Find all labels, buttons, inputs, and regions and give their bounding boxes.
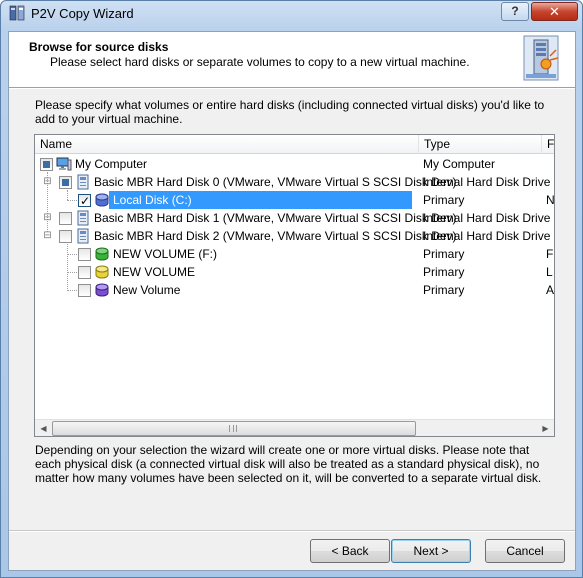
- tree-row-new-volume-2[interactable]: New Volume Primary A: [35, 281, 554, 299]
- wizard-header: Browse for source disks Please select ha…: [9, 32, 575, 88]
- row-name: Basic MBR Hard Disk 0 (VMware, VMware Vi…: [94, 175, 457, 189]
- header-separator: [9, 88, 575, 90]
- row-name: NEW VOLUME (F:): [113, 247, 217, 261]
- page-subtitle: Please select hard disks or separate vol…: [50, 55, 470, 69]
- row-type: Internal Hard Disk Drive: [423, 211, 551, 225]
- scroll-left-arrow-icon[interactable]: ◀: [35, 420, 52, 437]
- volume-icon: [95, 247, 109, 261]
- checkbox[interactable]: [78, 266, 91, 279]
- collapse-icon[interactable]: ⊟: [43, 227, 52, 245]
- window-title: P2V Copy Wizard: [31, 6, 134, 21]
- column-type[interactable]: Type: [419, 135, 542, 154]
- next-button[interactable]: Next >: [391, 539, 471, 563]
- row-name: NEW VOLUME: [113, 265, 196, 279]
- server-illustration-icon: [523, 35, 559, 81]
- row-name: Basic MBR Hard Disk 1 (VMware, VMware Vi…: [94, 211, 457, 225]
- footer-separator: [9, 530, 575, 532]
- tree-row-disk-2[interactable]: ⊟ Basic MBR Hard Disk 2 (VMware, VMware …: [35, 227, 554, 245]
- checkbox[interactable]: [40, 158, 53, 171]
- tree-row-disk-0[interactable]: ⊟ Basic MBR Hard Disk 0 (VMware, VMware …: [35, 173, 554, 191]
- wizard-client-area: Browse for source disks Please select ha…: [8, 31, 576, 571]
- app-icon: [9, 5, 25, 21]
- cancel-button[interactable]: Cancel: [485, 539, 565, 563]
- hard-disk-icon: [77, 210, 89, 226]
- tree-column-header: Name Type F: [35, 135, 554, 154]
- help-button[interactable]: ?: [501, 2, 529, 21]
- horizontal-scrollbar[interactable]: ◀ ▶: [35, 419, 554, 436]
- tree-row-new-volume-f[interactable]: NEW VOLUME (F:) Primary F: [35, 245, 554, 263]
- checkbox[interactable]: [78, 248, 91, 261]
- hard-disk-icon: [77, 174, 89, 190]
- checkbox[interactable]: [78, 284, 91, 297]
- title-bar[interactable]: P2V Copy Wizard ? ✕: [1, 1, 582, 27]
- hard-disk-icon: [77, 228, 89, 244]
- checkbox[interactable]: [59, 212, 72, 225]
- instructions-text: Please specify what volumes or entire ha…: [35, 98, 545, 126]
- row-extra: L: [546, 265, 553, 279]
- tree-row-new-volume[interactable]: NEW VOLUME Primary L: [35, 263, 554, 281]
- row-name: My Computer: [75, 157, 148, 171]
- close-button[interactable]: ✕: [531, 2, 578, 21]
- column-extra[interactable]: F: [542, 135, 554, 154]
- checkbox[interactable]: [78, 192, 91, 210]
- row-name: New Volume: [113, 283, 181, 297]
- conversion-note: Depending on your selection the wizard w…: [35, 443, 542, 485]
- row-type: Primary: [423, 283, 465, 297]
- row-type: Internal Hard Disk Drive: [423, 229, 551, 243]
- volume-icon: [95, 193, 109, 207]
- disk-tree-view[interactable]: Name Type F My Computer My Computer ⊟ Ba…: [34, 134, 555, 437]
- computer-icon: [56, 157, 72, 171]
- row-type: My Computer: [423, 157, 496, 171]
- back-button[interactable]: < Back: [310, 539, 390, 563]
- scrollbar-grip-icon: [229, 425, 237, 432]
- column-name[interactable]: Name: [35, 135, 419, 154]
- collapse-icon[interactable]: ⊟: [43, 209, 52, 227]
- tree-row-my-computer[interactable]: My Computer My Computer: [35, 155, 554, 173]
- row-extra: N: [546, 193, 555, 207]
- tree-line: [67, 254, 77, 255]
- row-extra: A: [546, 283, 555, 297]
- tree-row-disk-1[interactable]: ⊟ Basic MBR Hard Disk 1 (VMware, VMware …: [35, 209, 554, 227]
- volume-icon: [95, 265, 109, 279]
- page-title: Browse for source disks: [29, 40, 169, 54]
- wizard-window: P2V Copy Wizard ? ✕ Browse for source di…: [0, 0, 583, 578]
- tree-line: [67, 200, 77, 201]
- row-type: Primary: [423, 265, 465, 279]
- collapse-icon[interactable]: ⊟: [43, 173, 52, 191]
- row-type: Primary: [423, 193, 465, 207]
- tree-line: [67, 290, 77, 291]
- scroll-right-arrow-icon[interactable]: ▶: [537, 420, 554, 437]
- checkbox[interactable]: [59, 176, 72, 189]
- tree-line: [67, 272, 77, 273]
- tree-row-local-disk-c[interactable]: Local Disk (C:) Primary N: [35, 191, 555, 210]
- row-name: Basic MBR Hard Disk 2 (VMware, VMware Vi…: [94, 229, 457, 243]
- volume-icon: [95, 283, 109, 297]
- row-extra: F: [546, 247, 554, 261]
- row-name: Local Disk (C:): [113, 193, 192, 207]
- row-type: Internal Hard Disk Drive: [423, 175, 551, 189]
- checkbox[interactable]: [59, 230, 72, 243]
- scrollbar-thumb[interactable]: [52, 421, 416, 436]
- row-type: Primary: [423, 247, 465, 261]
